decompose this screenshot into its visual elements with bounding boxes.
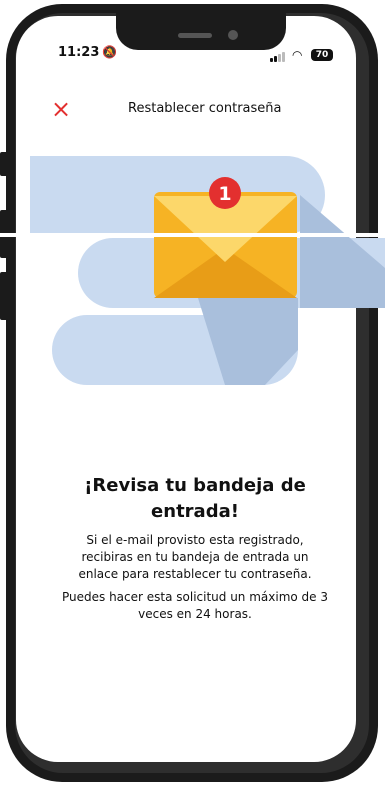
bell-slash-icon: 🔕: [102, 45, 117, 59]
stripe-gap: [0, 233, 385, 237]
confirmation-paragraph-2: Puedes hacer esta solicitud un máximo de…: [61, 590, 328, 621]
notification-badge-count: 1: [218, 183, 231, 205]
close-icon[interactable]: ×: [50, 97, 72, 121]
speaker: [178, 33, 212, 38]
notch: [116, 6, 286, 50]
status-time: 11:23: [58, 45, 100, 60]
camera: [228, 30, 238, 40]
page-title: Restablecer contraseña: [128, 101, 282, 116]
confirmation-heading: ¡Revisa tu bandeja de entrada!: [84, 475, 306, 522]
signal-icon: [270, 52, 288, 62]
battery-icon: 70: [311, 49, 333, 61]
confirmation-paragraph-1: Si el e-mail provisto esta registrado, r…: [78, 533, 312, 581]
wifi-icon: ◠: [292, 48, 303, 62]
